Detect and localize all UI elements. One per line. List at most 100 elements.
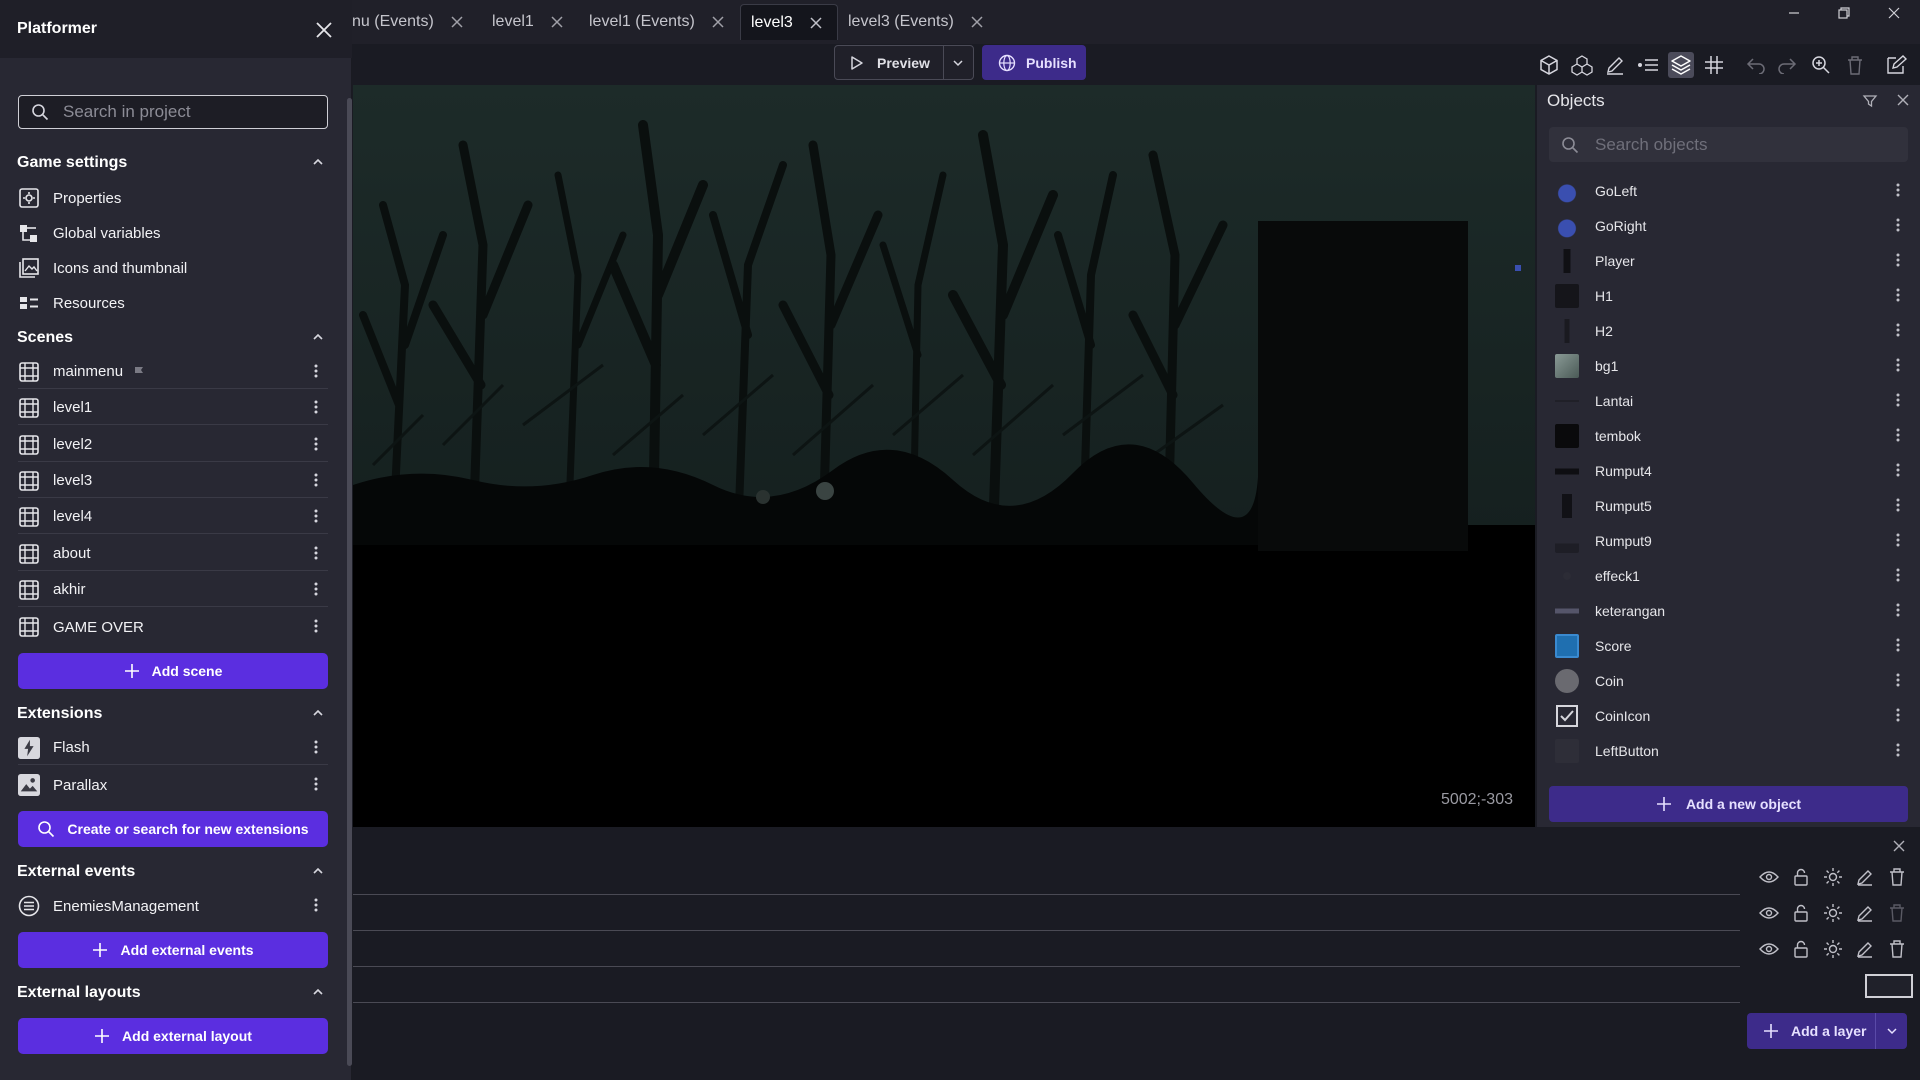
add-new-object-button[interactable]: Add a new object <box>1549 786 1908 822</box>
extension-item-parallax[interactable]: Parallax <box>18 768 328 802</box>
object-item-tembok[interactable]: tembok <box>1549 418 1908 453</box>
extension-item-flash[interactable]: Flash <box>18 731 328 765</box>
more-vert-icon[interactable] <box>314 509 318 523</box>
game-settings-properties[interactable]: Properties <box>18 181 328 215</box>
scene-item-level4[interactable]: level4 <box>18 500 328 534</box>
delete-icon[interactable] <box>1842 52 1868 78</box>
more-vert-icon[interactable] <box>314 582 318 596</box>
more-vert-icon[interactable] <box>1896 253 1900 267</box>
grid-icon[interactable] <box>1701 52 1727 78</box>
tab-level3-events[interactable]: level3 (Events) <box>848 4 988 40</box>
object-item-leftbutton[interactable]: LeftButton <box>1549 733 1908 768</box>
close-icon[interactable] <box>966 11 988 33</box>
section-extensions[interactable]: Extensions <box>17 700 333 728</box>
layer-row[interactable] <box>353 967 1740 1003</box>
edit-pencil-icon[interactable] <box>1849 940 1881 958</box>
game-settings-icons-thumbnail[interactable]: Icons and thumbnail <box>18 251 328 285</box>
delete-icon[interactable] <box>1881 940 1913 958</box>
tab-mainmenu-events[interactable]: nu (Events) <box>352 4 468 40</box>
section-external-events[interactable]: External events <box>17 858 333 886</box>
more-vert-icon[interactable] <box>1896 218 1900 232</box>
filter-icon[interactable] <box>1862 93 1878 109</box>
window-close-button[interactable] <box>1870 0 1918 26</box>
layers-icon[interactable] <box>1668 52 1694 78</box>
more-vert-icon[interactable] <box>314 546 318 560</box>
close-icon[interactable] <box>546 11 568 33</box>
object-item-goright[interactable]: GoRight <box>1549 208 1908 243</box>
more-vert-icon[interactable] <box>314 740 318 754</box>
more-vert-icon[interactable] <box>1896 708 1900 722</box>
scene-item-level2[interactable]: level2 <box>18 428 328 462</box>
more-vert-icon[interactable] <box>314 777 318 791</box>
visibility-eye-icon[interactable] <box>1753 906 1785 920</box>
more-vert-icon[interactable] <box>1896 358 1900 372</box>
more-vert-icon[interactable] <box>1896 533 1900 547</box>
close-project-manager-button[interactable] <box>311 17 337 43</box>
scene-item-mainmenu[interactable]: mainmenu <box>18 355 328 389</box>
restore-button[interactable] <box>1820 0 1868 26</box>
game-settings-resources[interactable]: Resources <box>18 286 328 320</box>
scene-item-level1[interactable]: level1 <box>18 391 328 425</box>
object-item-coinicon[interactable]: CoinIcon <box>1549 698 1908 733</box>
scene-item-level3[interactable]: level3 <box>18 464 328 498</box>
section-scenes[interactable]: Scenes <box>17 324 333 352</box>
scene-item-about[interactable]: about <box>18 537 328 571</box>
more-vert-icon[interactable] <box>1896 323 1900 337</box>
preview-dropdown-button[interactable] <box>944 57 973 69</box>
more-vert-icon[interactable] <box>314 437 318 451</box>
project-search-input[interactable] <box>61 101 311 123</box>
object-item-h1[interactable]: H1 <box>1549 278 1908 313</box>
tab-level3[interactable]: level3 <box>740 4 838 40</box>
add-scene-button[interactable]: Add scene <box>18 653 328 689</box>
object-item-lantai[interactable]: Lantai <box>1549 383 1908 418</box>
close-icon[interactable] <box>1896 93 1910 107</box>
undo-icon[interactable] <box>1743 52 1769 78</box>
edit-properties-icon[interactable] <box>1602 52 1628 78</box>
object-groups-icon[interactable] <box>1569 52 1595 78</box>
lock-open-icon[interactable] <box>1785 868 1817 886</box>
delete-icon[interactable] <box>1881 904 1913 922</box>
redo-icon[interactable] <box>1774 52 1800 78</box>
close-icon[interactable] <box>707 11 729 33</box>
more-vert-icon[interactable] <box>1896 183 1900 197</box>
lighting-sun-icon[interactable] <box>1817 867 1849 887</box>
object-item-coin[interactable]: Coin <box>1549 663 1908 698</box>
minimize-button[interactable] <box>1770 0 1818 26</box>
lock-open-icon[interactable] <box>1785 940 1817 958</box>
more-vert-icon[interactable] <box>1896 568 1900 582</box>
section-external-layouts[interactable]: External layouts <box>17 979 333 1007</box>
scrollbar[interactable] <box>347 98 352 1066</box>
publish-button[interactable]: Publish <box>982 45 1086 80</box>
instances-list-icon[interactable] <box>1635 52 1661 78</box>
more-vert-icon[interactable] <box>1896 393 1900 407</box>
more-vert-icon[interactable] <box>1896 463 1900 477</box>
more-vert-icon[interactable] <box>314 473 318 487</box>
more-vert-icon[interactable] <box>1896 288 1900 302</box>
tab-level1-events[interactable]: level1 (Events) <box>589 4 729 40</box>
lighting-sun-icon[interactable] <box>1817 903 1849 923</box>
add-layer-dropdown[interactable] <box>1875 1013 1907 1049</box>
more-vert-icon[interactable] <box>314 898 318 912</box>
more-vert-icon[interactable] <box>1896 428 1900 442</box>
object-item-player[interactable]: Player <box>1549 243 1908 278</box>
more-vert-icon[interactable] <box>1896 498 1900 512</box>
scene-item-game-over[interactable]: GAME OVER <box>18 610 328 644</box>
objects-3d-icon[interactable] <box>1536 52 1562 78</box>
object-item-rumput5[interactable]: Rumput5 <box>1549 488 1908 523</box>
background-color-swatch[interactable] <box>1865 974 1913 998</box>
object-item-goleft[interactable]: GoLeft <box>1549 173 1908 208</box>
close-icon[interactable] <box>1892 839 1906 853</box>
layer-row[interactable] <box>353 931 1740 967</box>
object-item-rumput9[interactable]: Rumput9 <box>1549 523 1908 558</box>
lock-open-icon[interactable] <box>1785 904 1817 922</box>
preview-button[interactable]: Preview <box>835 55 943 71</box>
close-icon[interactable] <box>446 11 468 33</box>
visibility-eye-icon[interactable] <box>1753 870 1785 884</box>
search-extensions-button[interactable]: Create or search for new extensions <box>18 811 328 847</box>
more-vert-icon[interactable] <box>1896 603 1900 617</box>
layer-row[interactable] <box>353 895 1740 931</box>
visibility-eye-icon[interactable] <box>1753 942 1785 956</box>
settings-edit-icon[interactable] <box>1883 52 1909 78</box>
tab-level1[interactable]: level1 <box>492 4 568 40</box>
object-item-effeck1[interactable]: effeck1 <box>1549 558 1908 593</box>
